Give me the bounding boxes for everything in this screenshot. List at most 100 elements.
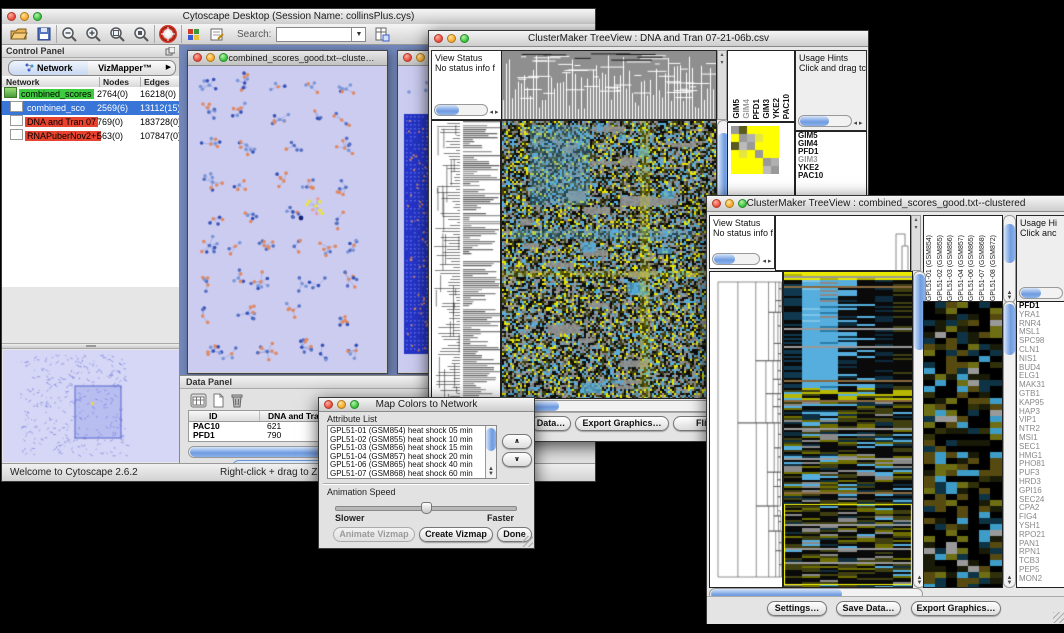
tv1-view-status-scroll-arrows[interactable]: ◂ ▸ (488, 110, 500, 115)
zoom-window-icon[interactable] (33, 12, 42, 21)
tab-overflow-button[interactable]: ▶ (162, 60, 176, 76)
attribute-list-vscroll[interactable]: ▲▼ (485, 426, 496, 479)
tv2-view-status-scroll-arrows[interactable]: ◂ ▸ (761, 259, 773, 264)
attribute-list-item[interactable]: GPL51-07 (GSM868) heat shock 60 min (330, 470, 496, 479)
tv1-save-data-button[interactable]: Data… (531, 416, 571, 431)
network-row[interactable]: RNAPuberNov2+!563(0)107847(0) (2, 129, 179, 143)
tv2-scroll-strip[interactable]: ▴▾ (911, 215, 921, 271)
tv1-global-heatmap[interactable] (501, 120, 717, 399)
zoom-out-icon[interactable] (61, 26, 78, 42)
search-dropdown[interactable]: ▼ (352, 27, 366, 42)
help-icon[interactable] (159, 25, 177, 43)
minimize-icon[interactable] (447, 34, 456, 43)
tv2-col-label[interactable]: GPL51-04 (GSM857) (958, 235, 965, 301)
network-window-1-titlebar[interactable]: combined_scores_good.txt--cluste… (188, 51, 387, 66)
tv2-col-label[interactable]: GPL51-02 (GSM855) (937, 235, 944, 301)
tv2-column-labels[interactable]: GPL51-01 (GSM854)GPL51-02 (GSM855)GPL51-… (923, 215, 1003, 303)
resize-grip[interactable] (522, 536, 533, 547)
zoom-selected-icon[interactable] (109, 26, 126, 42)
tv1-column-dendrogram[interactable] (501, 50, 717, 120)
minimize-icon[interactable] (725, 199, 734, 208)
zoom-fit-icon[interactable] (133, 26, 150, 42)
close-icon[interactable] (324, 400, 333, 409)
tv2-usage-hints-hscroll[interactable] (1019, 287, 1063, 299)
tab-vizmapper[interactable]: VizMapper™ (88, 60, 163, 76)
vizmapper-icon[interactable] (186, 27, 201, 42)
attribute-up-button[interactable]: ∧ (502, 434, 532, 449)
tv1-scroll-strip[interactable]: ▴▾ (717, 50, 727, 120)
tv1-usage-hints-hscroll[interactable] (798, 115, 852, 127)
tv2-export-graphics-button[interactable]: Export Graphics… (911, 601, 1001, 616)
tv2-column-labels-vscroll[interactable]: ▲▼ (1003, 215, 1016, 303)
close-icon[interactable] (403, 53, 412, 62)
minimize-icon[interactable] (20, 12, 29, 21)
tv2-zoom-heatmap[interactable] (923, 301, 1003, 588)
zoom-window-icon[interactable] (219, 53, 228, 62)
tv1-gene-label[interactable]: PAC10 (796, 172, 866, 180)
tv1-col-label[interactable]: GIM4 (742, 99, 751, 119)
zoom-in-icon[interactable] (85, 26, 102, 42)
network-row[interactable]: DNA and Tran 07769(0)183728(0) (2, 115, 179, 129)
birdseye-view[interactable] (3, 350, 179, 462)
annotation-icon[interactable] (209, 27, 225, 42)
tv2-col-label[interactable]: GPL51-06 (GSM865) (968, 235, 975, 301)
minimize-icon[interactable] (206, 53, 215, 62)
close-icon[interactable] (7, 12, 16, 21)
attribute-select-icon[interactable] (190, 393, 207, 408)
zoom-window-icon[interactable] (460, 34, 469, 43)
minimize-icon[interactable] (337, 400, 346, 409)
tv1-col-label[interactable]: YKE2 (772, 98, 781, 119)
tv1-zoom-heatmap[interactable] (731, 126, 779, 174)
tv2-settings-button[interactable]: Settings… (767, 601, 827, 616)
zoom-window-icon[interactable] (738, 199, 747, 208)
tv2-col-label[interactable]: GPL51-03 (GSM856) (947, 235, 954, 301)
animate-vizmap-button[interactable]: Animate Vizmap (333, 527, 415, 542)
window-controls[interactable] (7, 12, 42, 21)
tv1-col-label[interactable]: PFD1 (752, 99, 761, 119)
tv2-gene-labels[interactable]: PFD1YRA1RNR4MSL1SPC98CLN1NIS1BUD4ELG1MAK… (1016, 301, 1064, 588)
slider-thumb[interactable] (421, 502, 432, 514)
tv2-zoom-vscroll[interactable]: ▲▼ (1003, 301, 1016, 588)
tv1-col-label[interactable]: GIM3 (762, 99, 771, 119)
open-session-icon[interactable] (10, 26, 28, 42)
map-dialog-titlebar[interactable]: Map Colors to Network (319, 398, 534, 412)
delete-attribute-icon[interactable] (230, 392, 244, 408)
main-titlebar[interactable]: Cytoscape Desktop (Session Name: collins… (2, 9, 595, 25)
tv2-view-status-hscroll[interactable] (712, 253, 760, 265)
import-table-icon[interactable] (374, 26, 390, 42)
tv1-export-graphics-button[interactable]: Export Graphics… (575, 416, 669, 431)
tv1-col-label[interactable]: GIM5 (732, 99, 741, 119)
tv2-column-dendrogram[interactable] (775, 215, 911, 271)
tv1-col-label[interactable]: PAC10 (782, 94, 791, 119)
close-icon[interactable] (193, 53, 202, 62)
animation-speed-slider[interactable] (335, 502, 515, 512)
tv2-save-data-button[interactable]: Save Data… (836, 601, 901, 616)
tv2-col-label[interactable]: GPL51-08 (GSM872) (990, 235, 997, 301)
tv1-usage-scroll-arrows[interactable]: ◂ ▸ (852, 121, 864, 126)
attribute-listbox[interactable]: GPL51-01 (GSM854) heat shock 05 minGPL51… (327, 425, 497, 479)
search-input[interactable] (276, 27, 352, 42)
tab-network[interactable]: Network (8, 60, 90, 76)
save-session-icon[interactable] (36, 26, 52, 42)
tv1-row-dendrogram[interactable] (431, 120, 501, 401)
tv2-global-heatmap[interactable] (783, 271, 913, 588)
close-icon[interactable] (434, 34, 443, 43)
tv2-row-dendrogram[interactable] (709, 271, 783, 588)
treeview2-titlebar[interactable]: ClusterMaker TreeView : combined_scores_… (707, 196, 1064, 212)
attribute-down-button[interactable]: ∨ (502, 452, 532, 467)
treeview1-titlebar[interactable]: ClusterMaker TreeView : DNA and Tran 07-… (429, 31, 868, 47)
resize-grip[interactable] (1053, 612, 1064, 623)
network-row[interactable]: combined_scores2764(0)16218(0) (2, 87, 179, 101)
tv2-col-label[interactable]: GPL51-07 (GSM868) (979, 235, 986, 301)
tv1-view-status-hscroll[interactable] (434, 104, 488, 116)
control-panel-splitter[interactable] (2, 343, 179, 349)
tv1-column-labels[interactable]: GIM5GIM4PFD1GIM3YKE2PAC10 (727, 50, 795, 122)
network-row[interactable]: combined_sco2569(6)13112(15) (2, 101, 179, 115)
tv2-col-label[interactable]: GPL51-01 (GSM854) (926, 235, 933, 301)
network-view-1-canvas[interactable] (188, 66, 385, 372)
float-panel-icon[interactable] (165, 47, 175, 56)
new-attribute-icon[interactable] (211, 393, 226, 408)
close-icon[interactable] (712, 199, 721, 208)
create-vizmap-button[interactable]: Create Vizmap (419, 527, 493, 542)
zoom-window-icon[interactable] (350, 400, 359, 409)
